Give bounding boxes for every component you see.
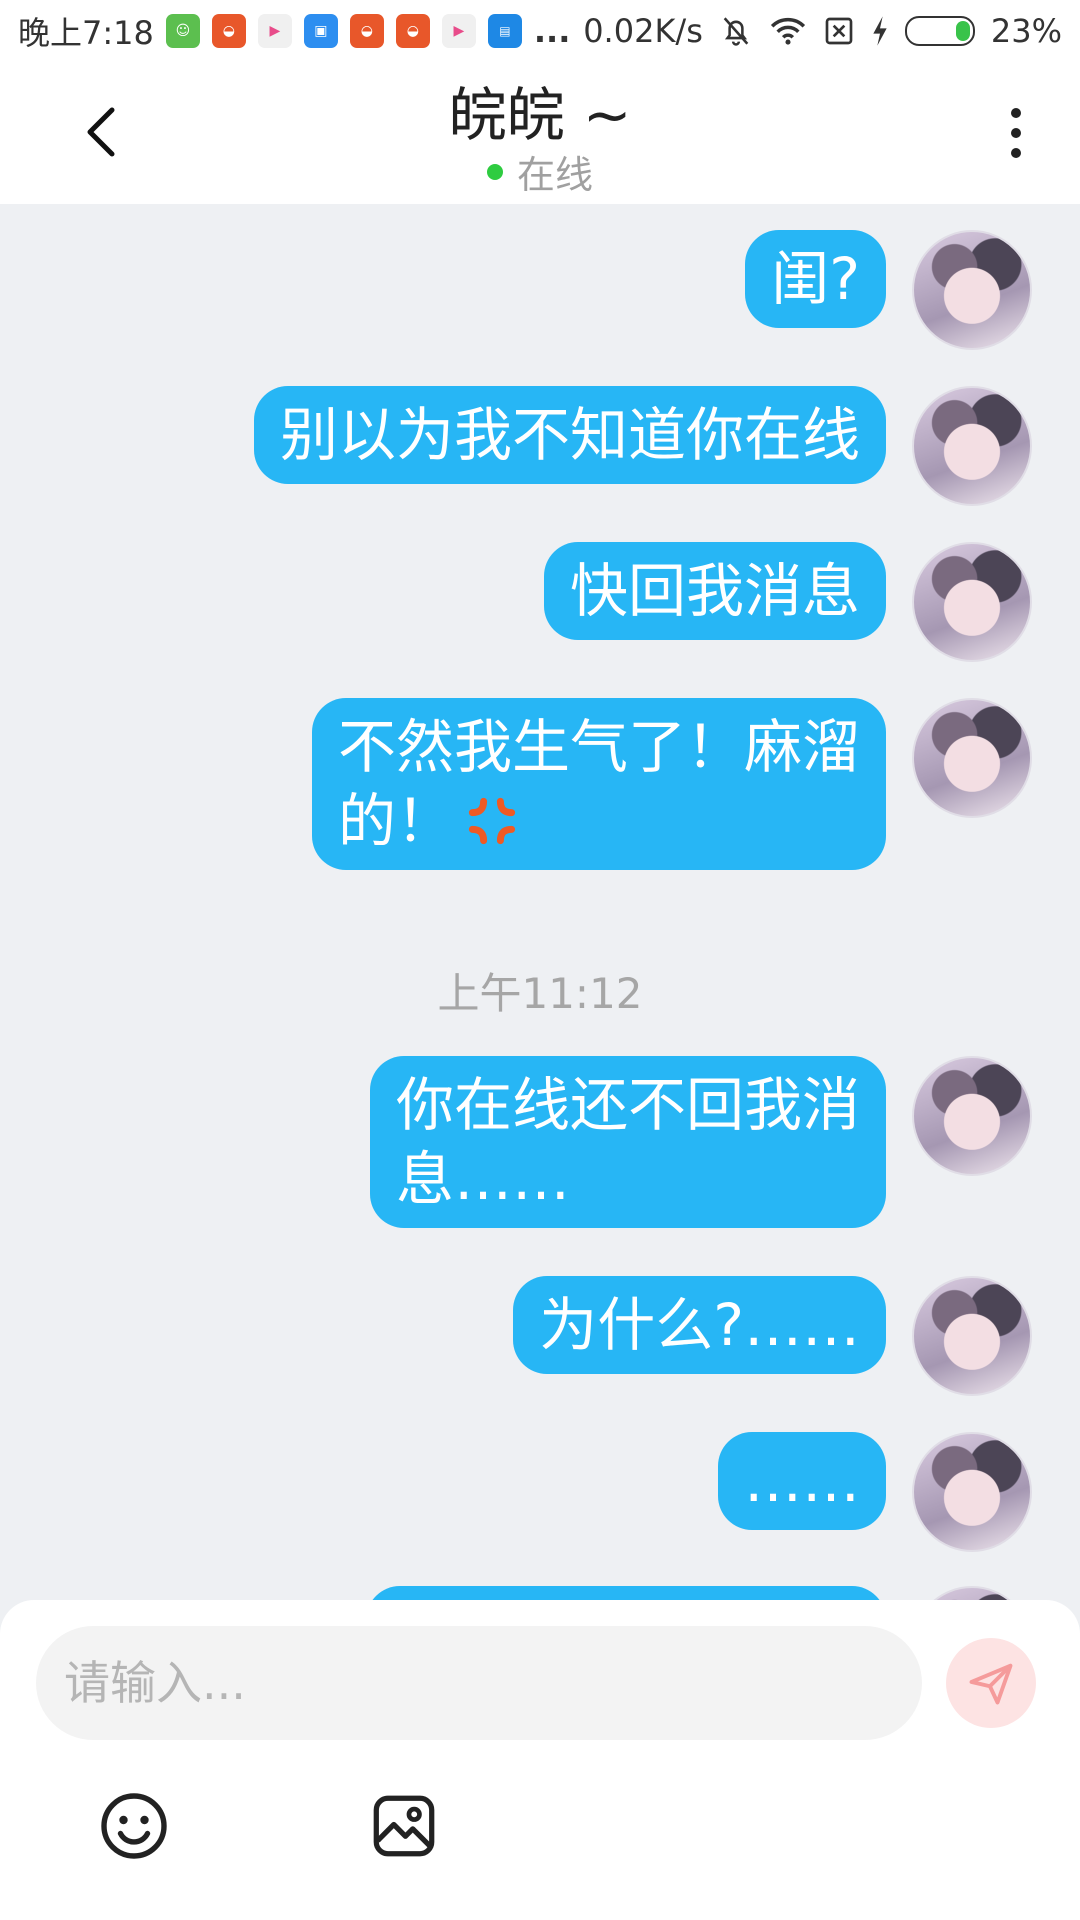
network-speed: 0.02K/s [583,12,703,50]
avatar[interactable] [912,1276,1032,1396]
wifi-icon [770,17,805,45]
message-bubble[interactable]: 你在线还不回我消 息…… [369,1056,886,1228]
app-notification-icon: ◒ [395,14,430,48]
more-vertical-icon [1011,108,1021,118]
message-row: 你在线还不回我消 息…… [369,1056,1032,1228]
message-row [366,1586,1032,1600]
charging-icon [873,16,887,46]
chat-screen: 晚上7:18 ☺ ◒ ▶ ▣ ◒ ◒ ▶ ▤ ... 0.02K/s 23% 皖… [0,0,1080,1920]
message-timestamp: 上午11:12 [437,969,643,1018]
more-vertical-icon-dot [1011,148,1021,158]
send-button[interactable] [946,1638,1036,1728]
image-button[interactable] [368,1790,440,1862]
avatar[interactable] [912,1056,1032,1176]
message-row: 别以为我不知道你在线 [253,386,1032,506]
mute-bell-icon [723,17,749,46]
message-bubble[interactable] [366,1586,886,1600]
more-vertical-icon-dot [1011,128,1021,138]
message-list[interactable]: 闺? 别以为我不知道你在线 快回我消息 不然我生气了！麻溜 的！ 上午11:12… [0,204,1080,1600]
online-status-label: 在线 [516,153,593,197]
message-row: 为什么?…… [513,1276,1032,1396]
battery-icon [904,16,975,46]
avatar[interactable] [912,542,1032,662]
no-sim-icon [825,17,853,45]
message-row: 闺? [745,230,1032,350]
avatar[interactable] [912,230,1032,350]
message-row: …… [718,1432,1032,1552]
online-status: 在线 [0,144,1080,199]
more-options-button[interactable] [996,98,1036,168]
message-bubble[interactable]: 为什么?…… [513,1276,886,1374]
app-notification-icon: ▤ [487,14,522,48]
avatar[interactable] [912,386,1032,506]
app-notification-icon: ◒ [211,14,246,48]
avatar[interactable] [912,1586,1032,1600]
message-bubble[interactable]: 快回我消息 [543,542,886,640]
message-row: 快回我消息 [543,542,1032,662]
smiley-icon [101,1793,167,1859]
message-bubble[interactable]: 不然我生气了！麻溜 的！ [311,698,886,870]
message-text: 不然我生气了！麻溜 的！ [337,713,860,855]
message-bubble[interactable]: 闺? [745,230,886,328]
message-bubble[interactable]: …… [718,1432,886,1530]
status-bar: 晚上7:18 ☺ ◒ ▶ ▣ ◒ ◒ ▶ ▤ ... 0.02K/s 23% [0,0,1080,62]
composer [0,1600,1080,1920]
status-time: 晚上7:18 [18,14,154,52]
anger-symbol-icon [468,797,516,845]
app-notification-icon: ◒ [349,14,384,48]
image-icon [373,1795,435,1857]
app-notification-icon: ☺ [165,14,200,48]
play-store-icon: ▶ [441,14,476,48]
send-icon [969,1663,1013,1705]
emoji-button[interactable] [98,1790,170,1862]
battery-percent: 23% [990,12,1062,50]
play-store-icon: ▶ [257,14,292,48]
more-notifications: ... [533,12,571,50]
avatar[interactable] [912,1432,1032,1552]
contact-name: 皖皖 ~ [448,81,632,149]
message-input[interactable] [36,1626,922,1740]
message-bubble[interactable]: 别以为我不知道你在线 [253,386,886,484]
message-row: 不然我生气了！麻溜 的！ [311,698,1032,870]
avatar[interactable] [912,698,1032,818]
online-dot-icon [486,163,503,180]
app-notification-icon: ▣ [303,14,338,48]
chat-header: 皖皖 ~ 在线 [0,62,1080,204]
